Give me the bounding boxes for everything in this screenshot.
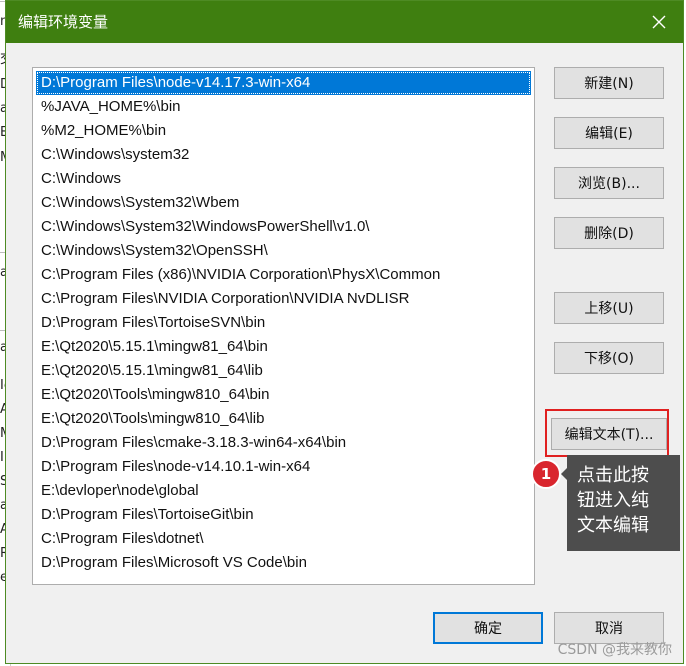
path-list-item[interactable]: %M2_HOME%\bin [36,119,531,143]
path-list[interactable]: D:\Program Files\node-v14.17.3-win-x64 %J… [32,67,535,585]
dialog-title: 编辑环境变量 [18,13,109,31]
path-list-item[interactable]: D:\Program Files\TortoiseGit\bin [36,503,531,527]
path-list-item[interactable]: C:\Program Files\dotnet\ [36,527,531,551]
callout-tooltip: 点击此按 钮进入纯 文本编辑 [567,455,680,551]
path-list-item[interactable]: C:\Windows\System32\OpenSSH\ [36,239,531,263]
path-list-item[interactable]: C:\Program Files\NVIDIA Corporation\NVID… [36,287,531,311]
move-down-button[interactable]: 下移(O) [554,342,664,374]
path-list-item[interactable]: E:\Qt2020\Tools\mingw810_64\lib [36,407,531,431]
callout-line: 文本编辑 [577,515,649,536]
path-list-item[interactable]: E:\devloper\node\global [36,479,531,503]
path-list-item[interactable]: C:\Windows\System32\Wbem [36,191,531,215]
watermark: CSDN @我来教你 [557,642,672,658]
browse-button[interactable]: 浏览(B)... [554,167,664,199]
path-list-item[interactable]: %JAVA_HOME%\bin [36,95,531,119]
path-list-item[interactable]: D:\Program Files\cmake-3.18.3-win64-x64\… [36,431,531,455]
path-list-item[interactable]: E:\Qt2020\Tools\mingw810_64\bin [36,383,531,407]
step-badge: 1 [531,459,561,489]
path-list-item[interactable]: C:\Windows [36,167,531,191]
close-button[interactable] [635,1,683,43]
path-list-item[interactable]: E:\Qt2020\5.15.1\mingw81_64\lib [36,359,531,383]
callout-line: 钮进入纯 [577,490,649,511]
path-list-item[interactable]: D:\Program Files\node-v14.10.1-win-x64 [36,455,531,479]
callout-line: 点击此按 [577,465,649,486]
path-list-item[interactable]: C:\Program Files (x86)\NVIDIA Corporatio… [36,263,531,287]
edit-button[interactable]: 编辑(E) [554,117,664,149]
path-list-item[interactable]: D:\Program Files\TortoiseSVN\bin [36,311,531,335]
path-list-item[interactable]: D:\Program Files\node-v14.17.3-win-x64 [36,71,531,95]
move-up-button[interactable]: 上移(U) [554,292,664,324]
new-button[interactable]: 新建(N) [554,67,664,99]
path-list-item[interactable]: D:\Program Files\Microsoft VS Code\bin [36,551,531,575]
highlight-box [545,409,669,457]
close-icon [652,15,666,29]
delete-button[interactable]: 删除(D) [554,217,664,249]
title-bar[interactable]: 编辑环境变量 [6,1,683,43]
path-list-item[interactable]: E:\Qt2020\5.15.1\mingw81_64\bin [36,335,531,359]
path-list-item[interactable]: C:\Windows\System32\WindowsPowerShell\v1… [36,215,531,239]
path-list-item[interactable]: C:\Windows\system32 [36,143,531,167]
edit-env-var-dialog: 编辑环境变量 D:\Program Files\node-v14.17.3-wi… [5,0,684,664]
ok-button[interactable]: 确定 [433,612,543,644]
